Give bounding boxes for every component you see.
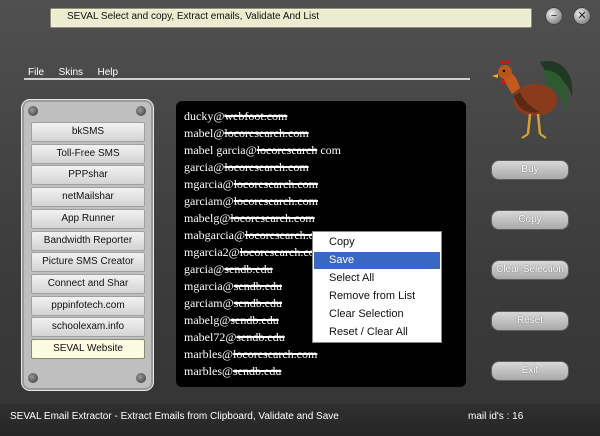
context-menu-label: Remove from List bbox=[329, 290, 416, 302]
email-domain: sendb.edu bbox=[233, 364, 282, 378]
email-list-item[interactable]: mgarcia2@locoresearch.com bbox=[184, 245, 324, 260]
title-bar: SEVAL Select and copy, Extract emails, V… bbox=[50, 8, 532, 28]
email-user: marbles@ bbox=[184, 347, 234, 361]
email-user: mgarcia@ bbox=[184, 177, 234, 191]
buy-button[interactable]: Buy bbox=[491, 160, 569, 180]
window-title: SEVAL Select and copy, Extract emails, V… bbox=[67, 11, 319, 22]
context-menu-item[interactable]: Select All bbox=[314, 270, 440, 287]
sidebar-item-9[interactable]: schoolexam.info bbox=[31, 317, 145, 338]
sidebar-item-1[interactable]: Toll-Free SMS bbox=[31, 143, 145, 164]
sidebar-item-3[interactable]: netMailshar bbox=[31, 187, 145, 208]
email-list-item[interactable]: mabelg@sendb.edu bbox=[184, 313, 279, 328]
context-menu-label: Copy bbox=[329, 236, 355, 248]
screw-icon bbox=[28, 373, 38, 383]
email-user: mabgarcia@ bbox=[184, 228, 246, 242]
context-menu-item[interactable]: Clear Selection bbox=[314, 306, 440, 323]
menu-help[interactable]: Help bbox=[97, 67, 118, 78]
sidebar-item-8[interactable]: pppinfotech.com bbox=[31, 295, 145, 316]
context-menu-item[interactable]: Reset / Clear All bbox=[314, 324, 440, 341]
context-menu-label: Save bbox=[329, 254, 355, 266]
email-suffix: com bbox=[317, 143, 341, 157]
email-user: garcia@ bbox=[184, 160, 225, 174]
sidebar-item-7[interactable]: Connect and Shar bbox=[31, 273, 145, 294]
sidebar-item-10[interactable]: SEVAL Website bbox=[31, 339, 145, 359]
email-user: garcia@ bbox=[184, 262, 225, 276]
sidebar-item-2[interactable]: PPPshar bbox=[31, 165, 145, 186]
app-window: SEVAL Select and copy, Extract emails, V… bbox=[0, 0, 600, 436]
email-domain: sendb.edu bbox=[233, 279, 283, 293]
context-menu-item[interactable]: Copy bbox=[314, 234, 440, 251]
email-domain: locoresearch.com bbox=[233, 177, 318, 191]
context-menu-item[interactable]: Remove from List bbox=[314, 288, 440, 305]
rooster-logo-icon bbox=[492, 59, 573, 139]
email-user: mabelg@ bbox=[184, 313, 231, 327]
email-user: mabelg@ bbox=[184, 211, 231, 225]
email-list-item[interactable]: mabelg@locoresearch.com bbox=[184, 211, 315, 226]
email-list-item[interactable]: mgarcia@locoresearch.com bbox=[184, 177, 318, 192]
email-list-item[interactable]: mgarcia@sendb.edu bbox=[184, 279, 282, 294]
email-user: mgarcia2@ bbox=[184, 245, 240, 259]
minimize-button[interactable]: − bbox=[545, 7, 563, 25]
context-menu-label: Select All bbox=[329, 272, 375, 284]
context-menu: Copy Save Select All Remove from List Clear … bbox=[312, 231, 442, 343]
email-domain: locoresearch.com bbox=[230, 211, 315, 225]
status-message: SEVAL Email Extractor - Extract Emails f… bbox=[10, 411, 339, 422]
screw-icon bbox=[136, 106, 146, 116]
email-user: ducky@ bbox=[184, 109, 225, 123]
email-domain: locoresearch.com bbox=[233, 194, 318, 208]
menu-skins[interactable]: Skins bbox=[59, 67, 83, 78]
sidebar-item-6[interactable]: Picture SMS Creator bbox=[31, 252, 145, 273]
email-domain: locoresearch.com bbox=[233, 347, 318, 361]
reset-button[interactable]: Reset bbox=[491, 311, 569, 331]
copy-button[interactable]: Copy bbox=[491, 210, 569, 230]
email-list-item[interactable]: marbles@locoresearch.com bbox=[184, 347, 317, 362]
close-button[interactable]: ✕ bbox=[573, 7, 591, 25]
exit-button[interactable]: Exit bbox=[491, 361, 569, 381]
email-list-item[interactable]: garcia@locoresearch.com bbox=[184, 160, 309, 175]
email-domain: webfoot.com bbox=[224, 109, 288, 123]
context-menu-label: Reset / Clear All bbox=[329, 326, 408, 338]
email-list-item[interactable]: mabgarcia@locoresearch.com bbox=[184, 228, 329, 243]
email-list-item[interactable]: mabel72@sendb.edu bbox=[184, 330, 285, 345]
email-list-item[interactable]: garcia@sendb.edu bbox=[184, 262, 273, 277]
screw-icon bbox=[136, 373, 146, 383]
sidebar-item-4[interactable]: App Runner bbox=[31, 208, 145, 229]
email-list-item[interactable]: ducky@webfoot.com bbox=[184, 109, 287, 124]
email-domain: locoresearch bbox=[256, 143, 318, 157]
email-user: marbles@ bbox=[184, 364, 234, 378]
email-list-item[interactable]: mabel@locoresearch.com bbox=[184, 126, 309, 141]
email-domain: sendb.edu bbox=[230, 313, 279, 327]
screw-icon bbox=[28, 106, 38, 116]
menu-divider bbox=[24, 78, 470, 80]
email-list-item[interactable]: garciam@locoresearch.com bbox=[184, 194, 318, 209]
email-domain: sendb.edu bbox=[233, 296, 283, 310]
email-domain: locoresearch.com bbox=[224, 126, 309, 140]
sidebar-item-5[interactable]: Bandwidth Reporter bbox=[31, 230, 145, 251]
email-user: mabel garcia@ bbox=[184, 143, 257, 157]
clear-selection-button[interactable]: Clear Selection bbox=[491, 260, 569, 280]
email-domain: sendb.edu bbox=[236, 330, 285, 344]
email-user: garciam@ bbox=[184, 296, 234, 310]
email-user: mgarcia@ bbox=[184, 279, 234, 293]
email-count: mail id's : 16 bbox=[468, 411, 524, 422]
context-menu-item[interactable]: Save bbox=[314, 252, 440, 269]
email-list-item[interactable]: mabel garcia@locoresearch com bbox=[184, 143, 341, 158]
email-user: mabel@ bbox=[184, 126, 225, 140]
email-list-item[interactable]: garciam@sendb.edu bbox=[184, 296, 282, 311]
email-domain: sendb.edu bbox=[224, 262, 273, 276]
email-user: mabel72@ bbox=[184, 330, 237, 344]
menu-file[interactable]: File bbox=[28, 67, 44, 78]
product-sidebar: bkSMS Toll-Free SMS PPPshar netMailshar App … bbox=[21, 99, 154, 391]
email-list-item[interactable]: marbles@sendb.edu bbox=[184, 364, 281, 379]
context-menu-label: Clear Selection bbox=[329, 308, 404, 320]
email-domain: locoresearch.com bbox=[224, 160, 309, 174]
sidebar-item-0[interactable]: bkSMS bbox=[31, 122, 145, 142]
email-user: garciam@ bbox=[184, 194, 234, 208]
